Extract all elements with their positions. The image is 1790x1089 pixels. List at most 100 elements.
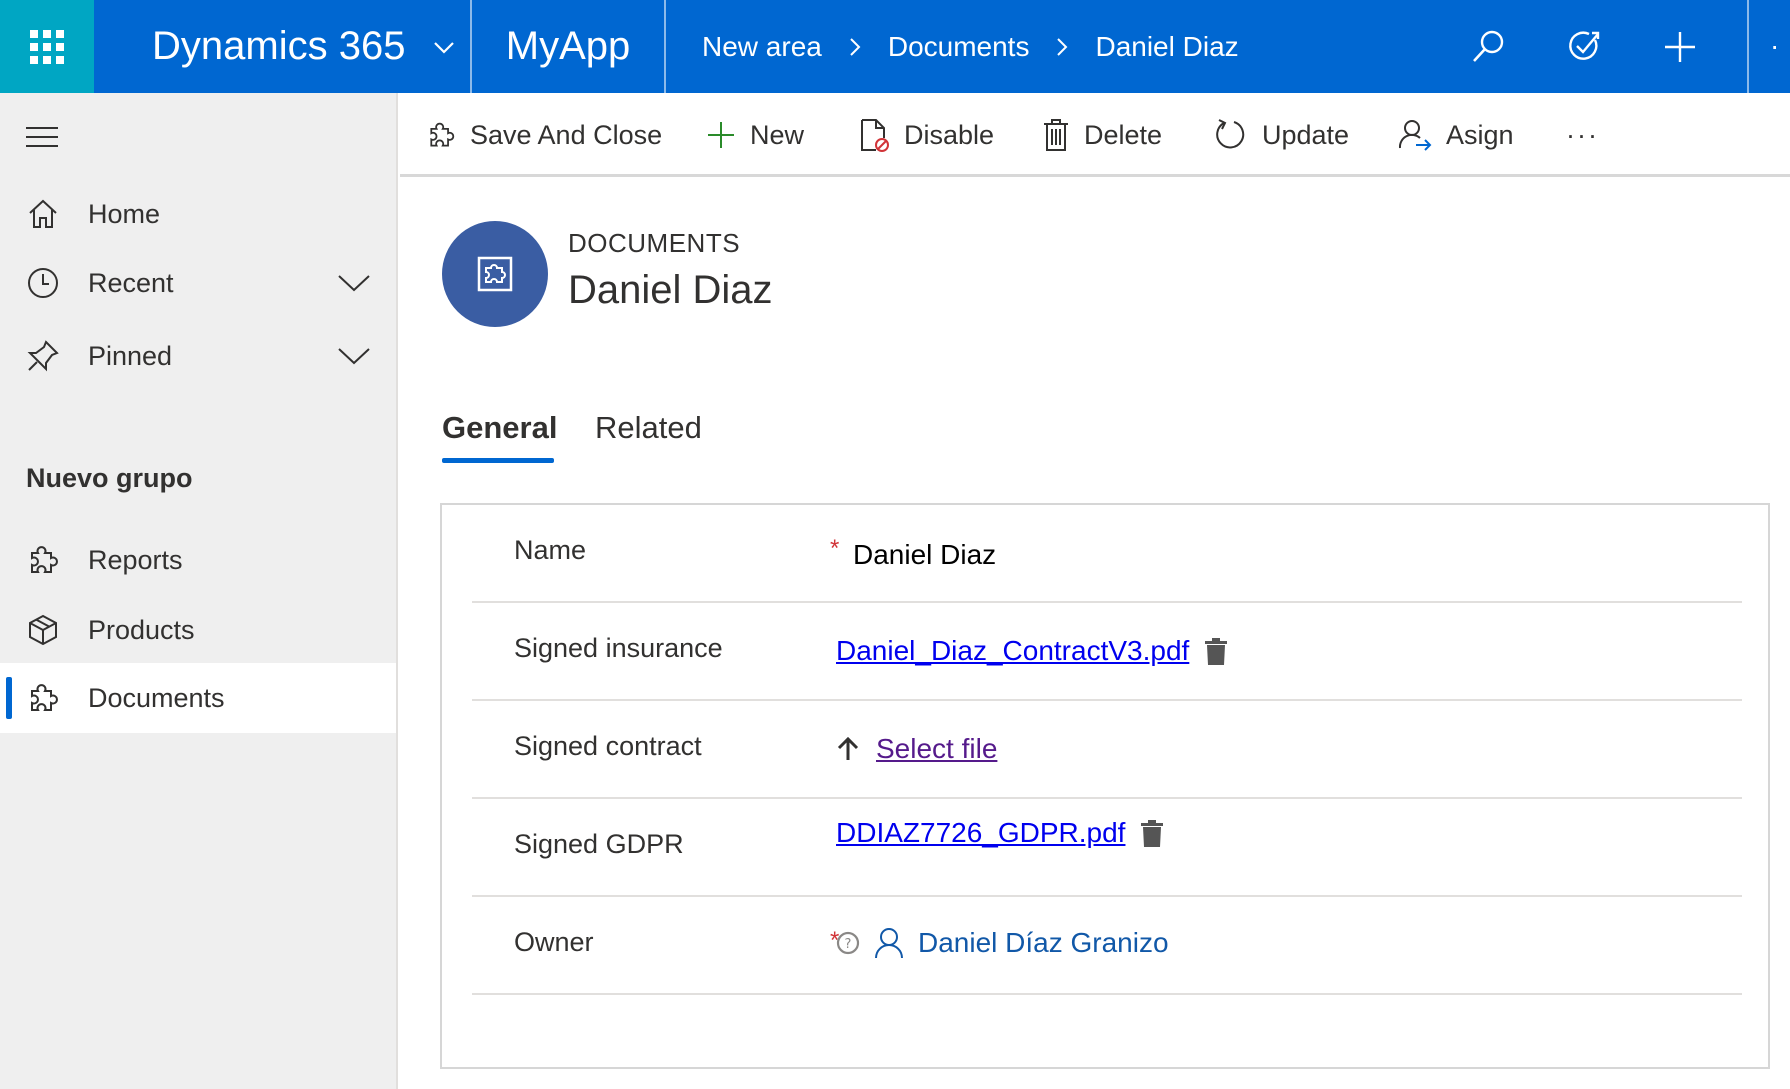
file-value: DDIAZ7726_GDPR.pdf	[836, 817, 1165, 849]
person-arrow-icon	[1398, 120, 1432, 151]
field-owner: Owner * ? Daniel Díaz Granizo	[472, 897, 1742, 995]
presence-unknown-icon: ?	[836, 931, 860, 955]
field-label: Name	[514, 535, 587, 565]
sidebar-item-pinned[interactable]: Pinned	[0, 321, 396, 391]
delete-button[interactable]: Delete	[1042, 93, 1162, 177]
select-file-link[interactable]: Select file	[876, 733, 997, 765]
document-disable-icon	[861, 119, 889, 152]
new-button[interactable]: New	[706, 93, 804, 177]
disable-button[interactable]: Disable	[858, 93, 994, 177]
upload-arrow-icon	[837, 736, 859, 760]
top-actions	[1440, 0, 1728, 93]
checkmark-circle-arrow-icon	[1569, 30, 1600, 60]
more-commands-label: ···	[1566, 119, 1599, 150]
plus-icon	[1665, 31, 1695, 62]
quick-create-button[interactable]	[1632, 0, 1728, 93]
file-value: Daniel_Diaz_ContractV3.pdf	[836, 635, 1229, 667]
breadcrumb-new-area[interactable]: New area	[702, 31, 822, 63]
svg-text:?: ?	[845, 937, 852, 952]
delete-file-icon[interactable]	[1139, 818, 1165, 848]
selected-indicator	[6, 677, 12, 719]
sidebar-item-label: Recent	[88, 267, 174, 298]
pin-icon	[27, 340, 59, 372]
disable-label: Disable	[904, 119, 995, 150]
plus-icon	[708, 122, 734, 148]
puzzle-icon	[430, 122, 455, 147]
record-title: Daniel Diaz	[568, 268, 773, 312]
nav-group-title: Nuevo grupo	[26, 463, 193, 493]
search-icon	[1473, 30, 1504, 62]
brand-switcher[interactable]: Dynamics 365	[94, 0, 472, 93]
sidebar-item-products[interactable]: Products	[0, 595, 396, 665]
puzzle-icon	[31, 684, 58, 711]
field-label: Signed GDPR	[514, 829, 684, 859]
delete-label: Delete	[1084, 119, 1163, 150]
field-label: Owner	[514, 927, 594, 957]
more-options-icon[interactable]: ·	[1770, 30, 1779, 62]
sidebar-item-home[interactable]: Home	[0, 179, 396, 249]
record-avatar	[442, 221, 548, 327]
task-flow-button[interactable]	[1536, 0, 1632, 93]
file-link[interactable]: Daniel_Diaz_ContractV3.pdf	[836, 635, 1189, 667]
required-indicator: *	[830, 535, 840, 562]
more-commands-button[interactable]: ···	[1566, 93, 1599, 177]
refresh-icon	[1216, 119, 1245, 149]
app-name[interactable]: MyApp	[472, 0, 666, 93]
update-label: Update	[1262, 119, 1350, 150]
top-navigation-bar: Dynamics 365 MyApp New area Documents Da…	[0, 0, 1790, 93]
field-label: Signed contract	[514, 731, 702, 761]
app-launcher-button[interactable]	[0, 0, 94, 93]
sidebar-item-label: Reports	[88, 544, 183, 575]
field-signed-gdpr: Signed GDPR DDIAZ7726_GDPR.pdf	[472, 799, 1742, 897]
update-button[interactable]: Update	[1214, 93, 1349, 177]
home-icon	[29, 199, 57, 228]
delete-file-icon[interactable]	[1203, 636, 1229, 666]
search-button[interactable]	[1440, 0, 1536, 93]
breadcrumb-current-record: Daniel Diaz	[1095, 30, 1239, 62]
sidebar-item-recent[interactable]: Recent	[0, 248, 396, 318]
cube-icon	[29, 614, 57, 646]
new-label: New	[750, 119, 805, 150]
chevron-right-icon	[850, 37, 861, 56]
save-and-close-label: Save And Close	[470, 119, 663, 150]
chevron-down-icon[interactable]	[337, 346, 371, 366]
entity-type-label: DOCUMENTS	[568, 228, 741, 258]
assign-button[interactable]: Asign	[1398, 93, 1514, 177]
save-and-close-button[interactable]: Save And Close	[426, 93, 662, 177]
name-field[interactable]: Daniel Diaz	[853, 539, 996, 571]
field-name: Name * Daniel Diaz	[472, 505, 1742, 603]
sidebar-item-label: Products	[88, 614, 195, 645]
top-divider	[1747, 0, 1749, 93]
tab-related[interactable]: Related	[595, 410, 702, 446]
person-icon	[875, 928, 903, 959]
sidebar-item-label: Pinned	[88, 340, 173, 371]
owner-lookup: ? Daniel Díaz Granizo	[836, 927, 1169, 959]
file-upload: Select file	[836, 733, 997, 765]
field-signed-contract: Signed contract Select file	[472, 701, 1742, 799]
field-signed-insurance: Signed insurance Daniel_Diaz_ContractV3.…	[472, 603, 1742, 701]
sidebar-item-reports[interactable]: Reports	[0, 525, 396, 595]
sidebar-item-label: Home	[88, 198, 161, 229]
chevron-down-icon[interactable]	[337, 273, 371, 293]
assign-label: Asign	[1446, 119, 1514, 150]
puzzle-icon	[31, 546, 58, 573]
field-label: Signed insurance	[514, 633, 723, 663]
tab-general[interactable]: General	[442, 410, 557, 446]
puzzle-framed-icon	[477, 256, 513, 292]
chevron-right-icon	[1057, 37, 1068, 56]
trash-icon	[1044, 119, 1068, 151]
form-section: Name * Daniel Diaz Signed insurance Dani…	[440, 503, 1770, 1069]
chevron-down-icon	[434, 41, 455, 54]
active-tab-indicator	[442, 458, 554, 463]
waffle-icon	[30, 29, 64, 64]
file-link[interactable]: DDIAZ7726_GDPR.pdf	[836, 817, 1125, 849]
sidebar-item-documents[interactable]: Documents	[0, 663, 396, 733]
breadcrumb: New area Documents Daniel Diaz	[702, 0, 1239, 93]
brand-name: Dynamics 365	[152, 24, 406, 68]
owner-link[interactable]: Daniel Díaz Granizo	[918, 927, 1169, 959]
breadcrumb-documents[interactable]: Documents	[888, 31, 1030, 63]
sidebar-item-label: Documents	[88, 682, 225, 713]
hamburger-menu-icon[interactable]	[26, 127, 58, 149]
clock-icon	[28, 268, 58, 298]
command-bar: Save And Close New Disable Delete Update…	[400, 93, 1790, 177]
